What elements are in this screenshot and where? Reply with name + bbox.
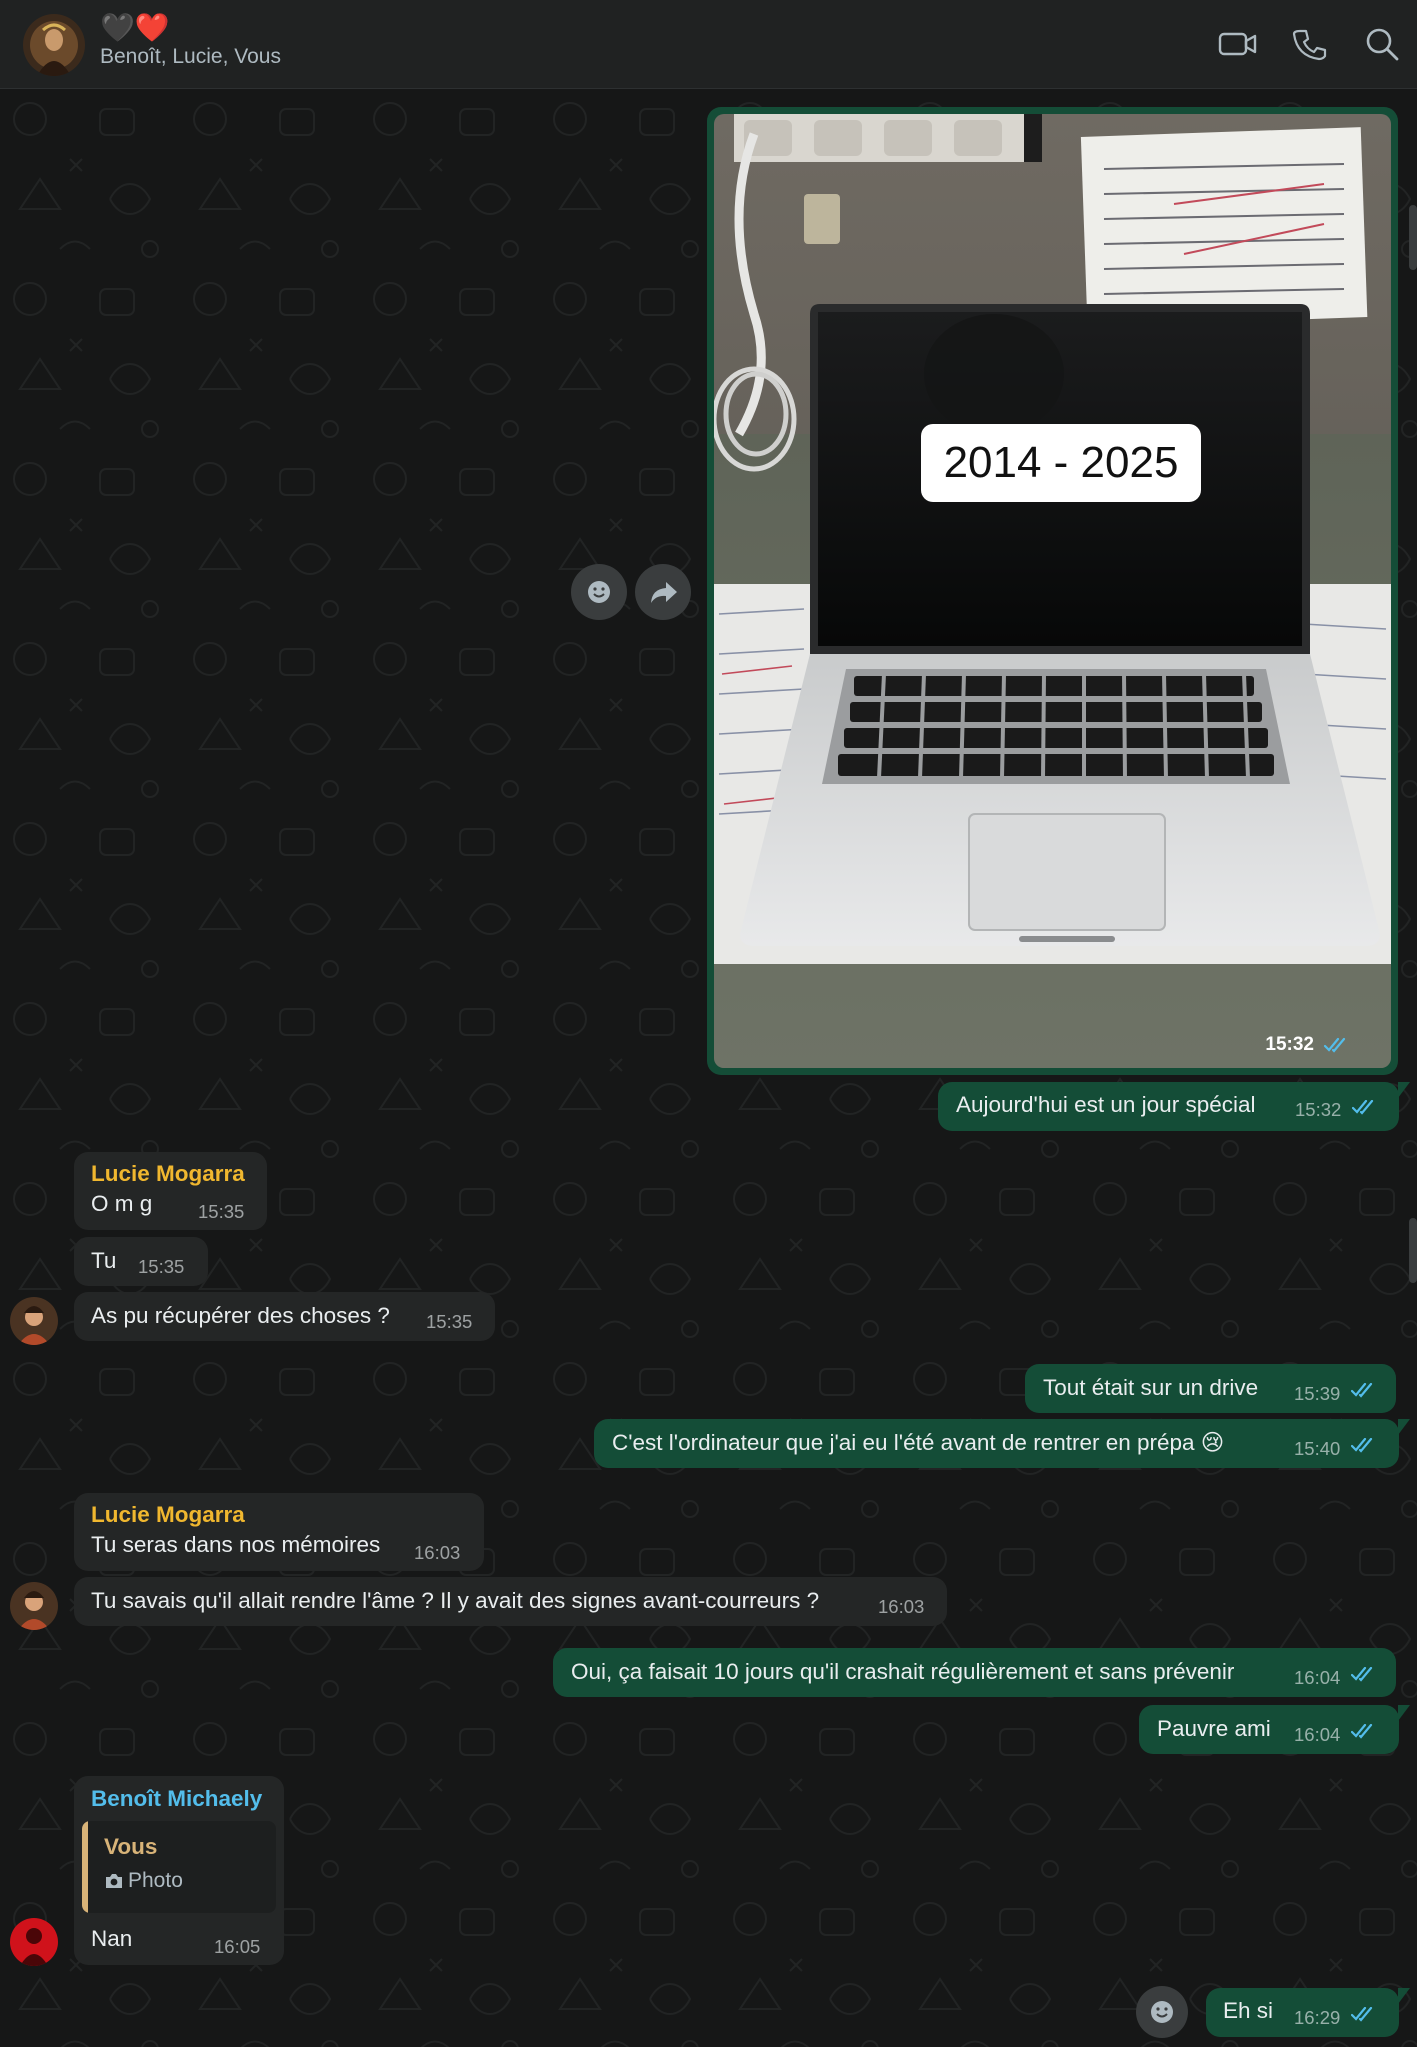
message-time: 15:35	[198, 1201, 245, 1222]
camera-icon	[106, 1874, 122, 1888]
message-time: 15:35	[426, 1311, 473, 1332]
message-time: 16:05	[214, 1936, 261, 1957]
message-time: 16:29	[1294, 2007, 1341, 2028]
bubble-tail	[1398, 1082, 1410, 1098]
bubble-tail	[1398, 1988, 1410, 2004]
message-text: Pauvre ami	[1157, 1716, 1271, 1741]
message-text: Nan	[91, 1926, 133, 1951]
message-bubble-out[interactable]: C'est l'ordinateur que j'ai eu l'été ava…	[594, 1419, 1399, 1468]
bubble-tail	[1398, 1705, 1410, 1721]
message-bubble-in[interactable]: Lucie Mogarra Tu seras dans nos mémoires…	[74, 1493, 484, 1571]
read-ticks-icon	[1351, 1724, 1373, 1739]
message-bubble-in[interactable]: Lucie Mogarra O m g 15:35	[74, 1152, 267, 1230]
message-text: Aujourd'hui est un jour spécial	[956, 1092, 1256, 1117]
avatar-lucie[interactable]	[10, 1582, 58, 1630]
search-icon[interactable]	[1364, 26, 1404, 62]
react-button[interactable]	[571, 564, 627, 620]
sender-name[interactable]: Lucie Mogarra	[91, 1160, 245, 1188]
voice-call-icon[interactable]	[1291, 26, 1331, 62]
react-button[interactable]	[1136, 1986, 1188, 2038]
read-ticks-icon	[1351, 1438, 1373, 1453]
photo-overlay-text: 2014 - 2025	[944, 438, 1179, 487]
photo-time: 15:32	[1265, 1034, 1314, 1055]
message-text: Tu seras dans nos mémoires	[91, 1532, 381, 1557]
bubble-tail	[1398, 1419, 1410, 1435]
laptop-photo[interactable]: 2014 - 2025 15:32	[714, 114, 1391, 1068]
forward-button[interactable]	[635, 564, 691, 620]
message-bubble-out[interactable]: Tout était sur un drive 15:39	[1025, 1364, 1396, 1413]
quoted-author: Vous	[104, 1834, 158, 1859]
message-time: 15:32	[1295, 1099, 1342, 1120]
avatar-lucie[interactable]	[10, 1297, 58, 1345]
read-ticks-icon	[1351, 2007, 1373, 2022]
quoted-type: Photo	[128, 1869, 183, 1892]
group-title[interactable]: 🖤❤️	[100, 12, 170, 44]
chat-header[interactable]: 🖤❤️ Benoît, Lucie, Vous	[0, 0, 1417, 89]
forward-icon	[651, 582, 677, 603]
scrollbar-thumb[interactable]	[1409, 205, 1417, 270]
quote-bar	[82, 1821, 88, 1913]
read-ticks-icon	[1351, 1383, 1373, 1398]
read-ticks-icon	[1351, 1667, 1373, 1682]
message-bubble-in[interactable]: As pu récupérer des choses ? 15:35	[74, 1292, 495, 1341]
quoted-reply[interactable]: Vous Photo	[82, 1821, 276, 1913]
message-text: C'est l'ordinateur que j'ai eu l'été ava…	[612, 1430, 1225, 1455]
sender-name[interactable]: Benoît Michaely	[91, 1785, 262, 1813]
message-bubble-out[interactable]: Aujourd'hui est un jour spécial 15:32	[938, 1082, 1399, 1131]
video-call-icon[interactable]	[1218, 26, 1258, 62]
message-text: Tout était sur un drive	[1043, 1375, 1259, 1400]
message-bubble-out[interactable]: Pauvre ami 16:04	[1139, 1705, 1399, 1754]
scrollbar-marker[interactable]	[1409, 1218, 1417, 1283]
message-time: 16:04	[1294, 1724, 1341, 1745]
message-bubble-out[interactable]: Eh si 16:29	[1206, 1988, 1399, 2037]
message-time: 15:35	[138, 1256, 185, 1277]
message-text: Tu	[91, 1248, 117, 1273]
message-bubble-in[interactable]: Tu savais qu'il allait rendre l'âme ? Il…	[74, 1577, 947, 1626]
message-time: 15:40	[1294, 1438, 1341, 1459]
group-avatar[interactable]	[23, 14, 85, 76]
sender-name[interactable]: Lucie Mogarra	[91, 1501, 245, 1529]
message-time: 16:03	[414, 1542, 461, 1563]
group-participants[interactable]: Benoît, Lucie, Vous	[100, 45, 281, 69]
message-text: Oui, ça faisait 10 jours qu'il crashait …	[571, 1659, 1235, 1684]
message-text: As pu récupérer des choses ?	[91, 1303, 390, 1328]
message-time: 16:04	[1294, 1667, 1341, 1688]
message-bubble-in[interactable]: Benoît Michaely Vous Photo Nan 16:05	[74, 1776, 284, 1965]
message-text: Tu savais qu'il allait rendre l'âme ? Il…	[91, 1588, 820, 1613]
avatar-benoit[interactable]	[10, 1918, 58, 1966]
emoji-icon	[1151, 2001, 1173, 2023]
message-text: Eh si	[1223, 1998, 1274, 2023]
read-ticks-icon	[1352, 1100, 1374, 1115]
message-time: 16:03	[878, 1596, 925, 1617]
message-time: 15:39	[1294, 1383, 1341, 1404]
message-bubble-in[interactable]: Tu 15:35	[74, 1237, 208, 1286]
photo-message[interactable]: 2014 - 2025 15:32	[707, 107, 1398, 1075]
message-text: O m g	[91, 1191, 153, 1216]
emoji-icon	[588, 581, 610, 603]
message-bubble-out[interactable]: Oui, ça faisait 10 jours qu'il crashait …	[553, 1648, 1396, 1697]
